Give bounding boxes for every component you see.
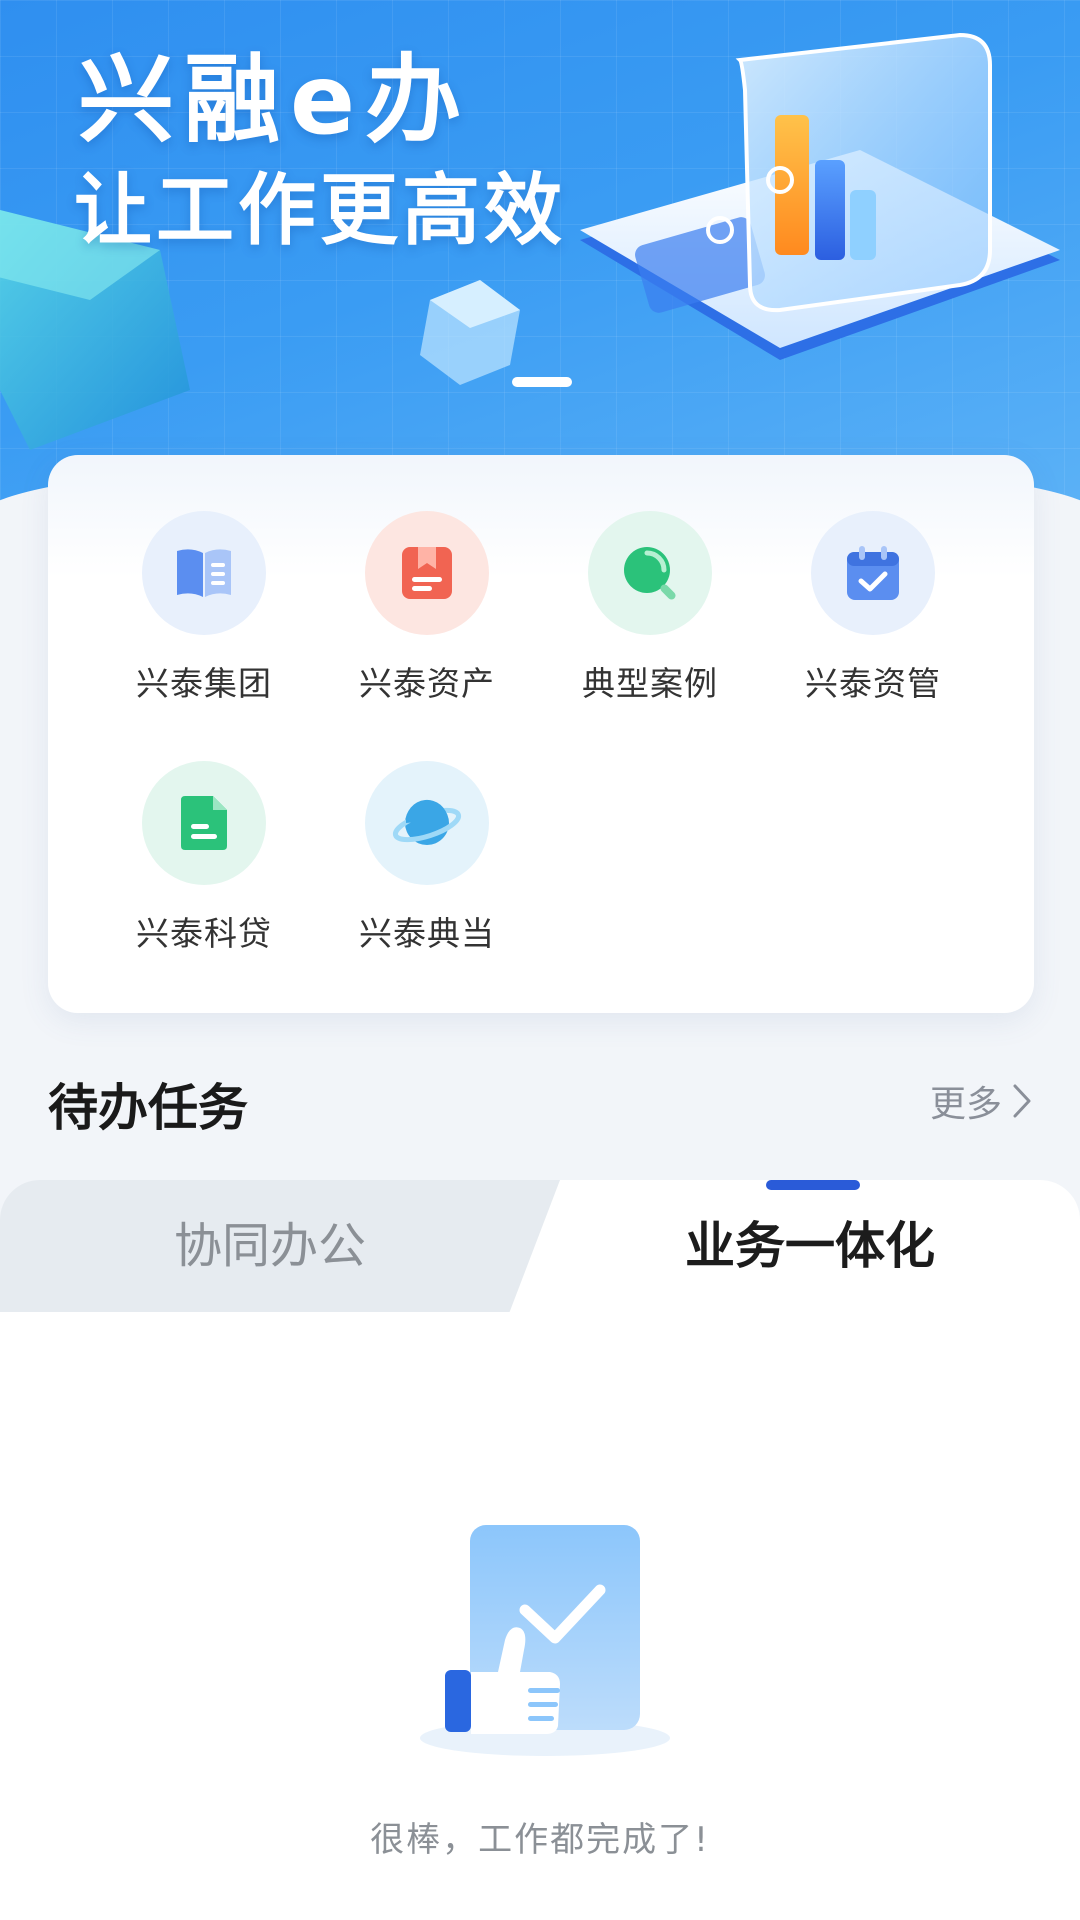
bookmark-doc-icon — [402, 547, 452, 599]
entry-icon-circle — [365, 761, 489, 885]
entry-xingtai-assets[interactable]: 兴泰资产 — [327, 511, 527, 705]
tab-collaborative-office[interactable]: 协同办公 — [0, 1180, 540, 1312]
active-tab-indicator — [766, 1180, 860, 1190]
entry-label: 兴泰科贷 — [136, 914, 272, 953]
more-label: 更多 — [929, 1084, 1002, 1125]
more-link[interactable]: 更多 — [930, 1075, 1032, 1127]
thumbs-up-check-illustration — [420, 1525, 670, 1756]
todo-tabs: 协同办公 业务一体化 — [0, 1180, 1080, 1320]
chart-platform-illustration — [580, 32, 1060, 360]
entry-xingtai-asset-management[interactable]: 兴泰资管 — [773, 511, 973, 705]
entry-icon-circle — [142, 761, 266, 885]
chevron-right-icon — [1013, 1084, 1031, 1118]
entry-label: 兴泰资管 — [805, 664, 941, 703]
entry-label: 典型案例 — [582, 664, 718, 703]
entry-label: 兴泰典当 — [359, 914, 495, 953]
empty-state-message: 很棒，工作都完成了! — [370, 1820, 710, 1860]
carousel-indicator[interactable] — [512, 377, 572, 387]
entry-xingtai-pawn[interactable]: 兴泰典当 — [327, 761, 527, 955]
todo-section-title: 待办任务 — [48, 1079, 248, 1137]
quick-entry-card: 兴泰集团 兴泰资产 典型案例 兴泰资管 兴泰科贷 兴泰典当 — [48, 455, 1034, 1013]
small-cube-illustration — [420, 280, 520, 385]
document-icon — [181, 796, 227, 850]
entry-xingtai-group[interactable]: 兴泰集团 — [104, 511, 304, 705]
book-icon — [177, 549, 231, 597]
entry-label: 兴泰资产 — [359, 664, 495, 703]
planet-icon — [392, 799, 462, 845]
entry-typical-cases[interactable]: 典型案例 — [550, 511, 750, 705]
banner-subtitle: 让工作更高效 — [74, 166, 567, 256]
entry-icon-circle — [811, 511, 935, 635]
entry-icon-circle — [142, 511, 266, 635]
entry-xingtai-tech-loan[interactable]: 兴泰科贷 — [104, 761, 304, 955]
entry-label: 兴泰集团 — [136, 664, 272, 703]
entry-icon-circle — [365, 511, 489, 635]
banner-title: 兴融e办 — [78, 44, 472, 156]
entry-icon-circle — [588, 511, 712, 635]
tab-business-integration[interactable]: 业务一体化 — [540, 1180, 1080, 1312]
magnifier-icon — [624, 547, 676, 600]
calendar-check-icon — [847, 546, 899, 600]
